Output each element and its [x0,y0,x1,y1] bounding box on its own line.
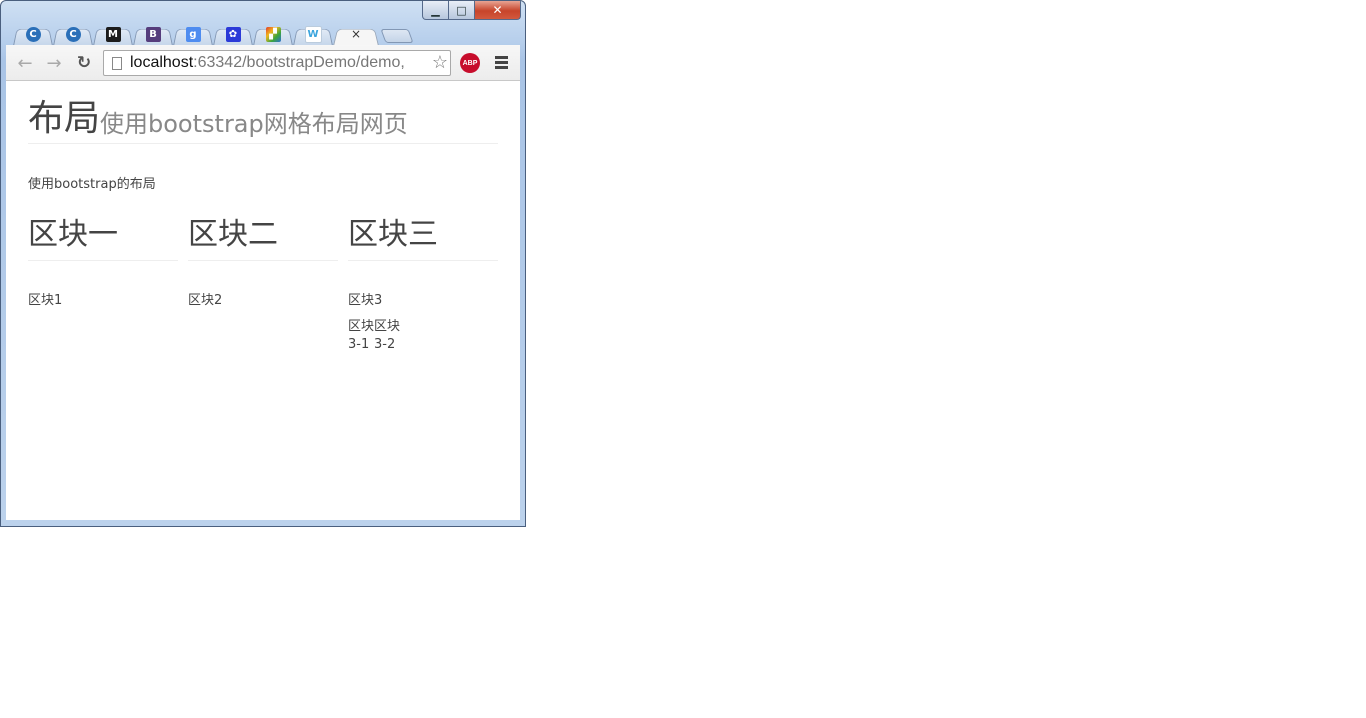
maximize-button[interactable]: □ [449,1,475,20]
browser-toolbar: ← → ↻ localhost:63342/bootstrapDemo/demo… [6,45,520,81]
tab-1[interactable]: C [13,22,53,46]
bookmark-star-icon[interactable]: ☆ [429,52,448,73]
close-tab-icon[interactable]: × [351,27,361,41]
nested-column-1: 区块3-1 [348,319,375,352]
forward-arrow-icon[interactable]: → [43,52,65,74]
close-window-button[interactable]: ✕ [475,1,521,20]
minimize-button[interactable]: ▁ [422,1,449,20]
browser-window: ▁ □ ✕ C C M B g ✿ ▞ W × ← → ↻ localhost … [0,0,526,527]
new-tab-button[interactable] [383,29,411,43]
column-text: 区块2 [188,293,223,308]
tab-strip: C C M B g ✿ ▞ W × [13,20,411,46]
tab-5[interactable]: g [173,22,213,46]
column-1: 区块一 区块1 [28,217,178,308]
google-g-icon: g [185,26,201,42]
nested-row: 区块3-1 区块3-2 [348,318,498,354]
w-icon: W [304,25,322,43]
column-heading: 区块一 [28,217,178,261]
lead-text: 使用bootstrap的布局 [28,177,156,192]
back-arrow-icon[interactable]: ← [14,52,36,74]
column-text: 区块1 [28,293,63,308]
page-icon [112,56,122,70]
page-header: 布局使用bootstrap网格布局网页 [28,97,498,144]
chrome-c-icon: C [25,26,41,42]
chrome-c-icon: C [65,26,81,42]
tab-3[interactable]: M [93,22,133,46]
m-icon: M [105,26,121,42]
column-heading: 区块二 [188,217,338,261]
tab-6[interactable]: ✿ [213,22,253,46]
adblock-plus-icon[interactable]: ABP [460,53,480,73]
column-text: 区块3 [348,293,383,308]
page-viewport: 布局使用bootstrap网格布局网页 使用bootstrap的布局 区块一 区… [6,81,520,520]
url-path: :63342/bootstrapDemo/demo, [193,54,405,71]
bootstrap-b-icon: B [145,26,161,42]
menu-icon[interactable] [495,56,508,71]
tab-2[interactable]: C [53,22,93,46]
tab-active[interactable]: × [333,22,379,46]
colorful-app-icon: ▞ [265,26,281,42]
tab-4[interactable]: B [133,22,173,46]
address-bar[interactable]: localhost:63342/bootstrapDemo/demo, ☆ [103,50,451,76]
tab-7[interactable]: ▞ [253,22,293,46]
page-subtitle: 使用bootstrap网格布局网页 [100,110,408,138]
url-host: localhost [130,54,194,71]
reload-icon[interactable]: ↻ [73,52,95,74]
tab-8[interactable]: W [293,22,333,46]
nested-column-2: 区块3-2 [374,319,401,352]
column-3: 区块三 区块3 区块3-1 区块3-2 [348,217,498,354]
page-title: 布局 [28,98,101,139]
column-2: 区块二 区块2 [188,217,338,308]
column-heading: 区块三 [348,217,498,261]
window-controls: ▁ □ ✕ [422,1,521,21]
baidu-paw-icon: ✿ [225,26,241,42]
